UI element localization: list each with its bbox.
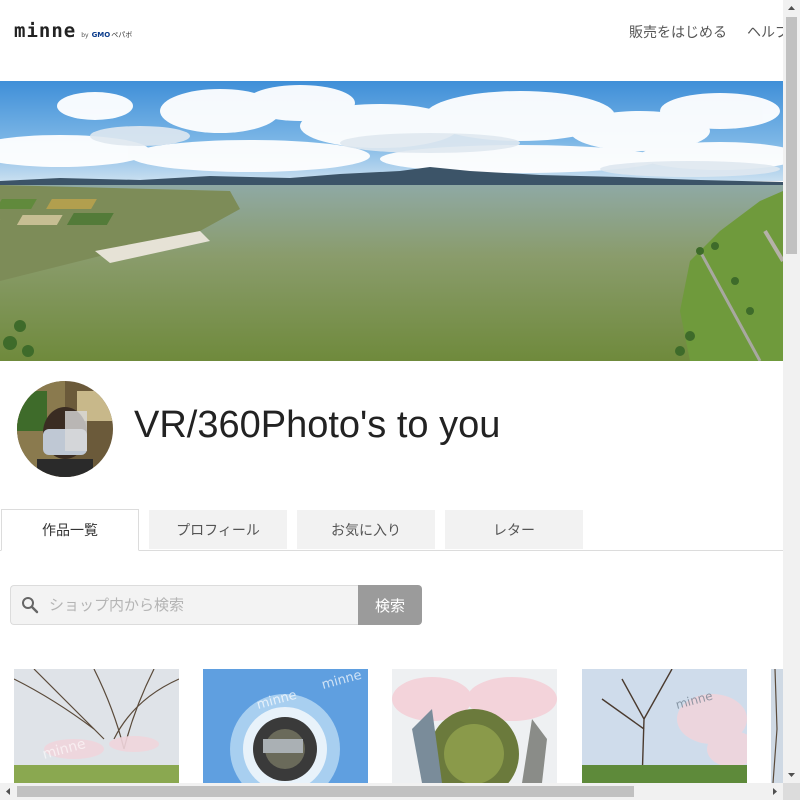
tab-profile[interactable]: プロフィール: [149, 510, 287, 549]
shop-avatar[interactable]: [17, 381, 113, 477]
logo-pepabo: ペパボ: [111, 30, 132, 40]
product-card[interactable]: [771, 669, 783, 783]
product-card[interactable]: [392, 669, 557, 783]
search-icon: [21, 596, 39, 614]
site-header: minne by GMO ペパボ 販売をはじめる ヘルプ: [0, 0, 783, 66]
vertical-scroll-thumb[interactable]: [786, 17, 797, 254]
shop-tabs: 作品一覧 プロフィール お気に入り レター: [0, 508, 783, 551]
product-card[interactable]: minne: [14, 669, 179, 783]
horizontal-scroll-thumb[interactable]: [17, 786, 634, 797]
nav-help-link[interactable]: ヘルプ: [747, 22, 783, 42]
tab-favorites[interactable]: お気に入り: [297, 510, 435, 549]
logo-by: by: [81, 32, 88, 39]
tab-works[interactable]: 作品一覧: [1, 509, 139, 551]
page: minne by GMO ペパボ 販売をはじめる ヘルプ: [0, 0, 783, 783]
product-card[interactable]: minne minne: [203, 669, 368, 783]
scroll-down-arrow-icon[interactable]: [783, 766, 800, 783]
product-card[interactable]: minne: [582, 669, 747, 783]
minne-logo[interactable]: minne by GMO ペパボ: [14, 20, 132, 42]
shop-title: VR/360Photo's to you: [134, 404, 500, 447]
logo-text: minne: [14, 20, 76, 42]
vertical-scrollbar[interactable]: [783, 0, 800, 783]
logo-gmo: GMO: [92, 31, 111, 39]
search-box: [10, 585, 359, 625]
scroll-left-arrow-icon[interactable]: [0, 783, 17, 800]
scroll-up-arrow-icon[interactable]: [783, 0, 800, 17]
shop-cover-image: [0, 81, 783, 361]
horizontal-scrollbar[interactable]: [0, 783, 783, 800]
nav-start-selling-link[interactable]: 販売をはじめる: [629, 22, 727, 42]
shop-search: 検索: [10, 585, 422, 625]
search-button[interactable]: 検索: [358, 585, 422, 625]
tab-letter[interactable]: レター: [445, 510, 583, 549]
scrollbar-corner: [783, 783, 800, 800]
scroll-right-arrow-icon[interactable]: [766, 783, 783, 800]
search-input[interactable]: [49, 586, 349, 624]
